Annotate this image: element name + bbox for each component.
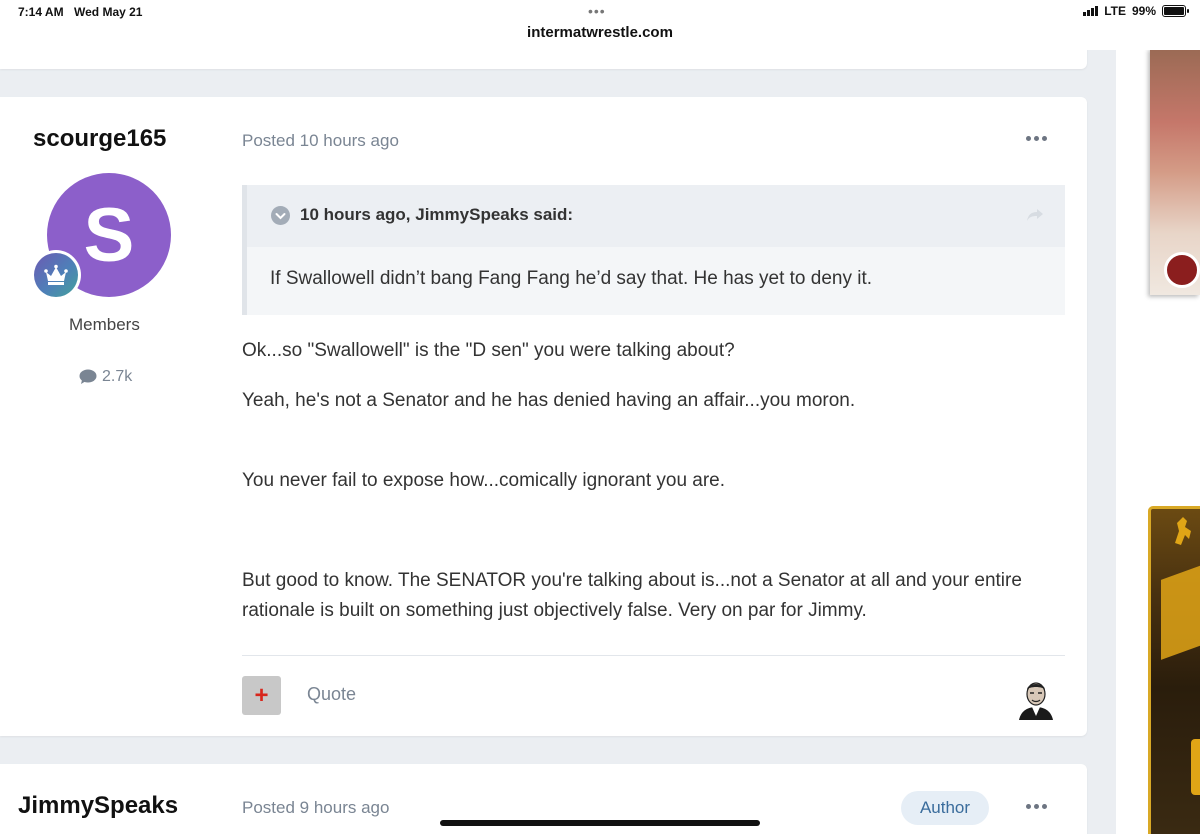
quote-text: If Swallowell didn’t bang Fang Fang he’d… [270, 268, 873, 289]
post-paragraph: Ok...so "Swallowell" is the "D sen" you … [242, 340, 735, 361]
content-count[interactable]: 2.7k [79, 368, 132, 386]
status-time: 7:14 AM [18, 5, 64, 19]
content-count-value: 2.7k [102, 368, 133, 385]
team-logo [1164, 252, 1200, 288]
multitask-dots-icon[interactable]: ••• [588, 3, 606, 19]
battery-fill [1164, 7, 1184, 15]
reaction-avatar[interactable] [1013, 674, 1059, 720]
signal-icon [1083, 6, 1099, 16]
network-label: LTE [1104, 4, 1126, 18]
more-options-icon[interactable] [1026, 136, 1047, 141]
address-bar-url[interactable]: intermatwrestle.com [0, 24, 1200, 41]
post-author-name[interactable]: JimmySpeaks [18, 792, 178, 820]
forum-post: scourge165 S Members 2.7k Posted 10 hour… [0, 97, 1087, 736]
quote-citation[interactable]: 10 hours ago, JimmySpeaks said: [300, 205, 573, 225]
sidebar-ad-image[interactable] [1150, 48, 1200, 295]
status-bar: 7:14 AM Wed May 21 ••• intermatwrestle.c… [0, 0, 1200, 50]
battery-percent: 99% [1131, 4, 1156, 18]
post-paragraph: You never fail to expose how...comically… [242, 470, 726, 491]
home-indicator[interactable] [440, 820, 760, 826]
bucking-horse-logo [1175, 517, 1191, 545]
crown-icon [34, 253, 78, 297]
post-paragraph: But good to know. The SENATOR you're tal… [242, 570, 1022, 621]
reputation-button[interactable]: + [242, 676, 281, 715]
rank-badge [31, 250, 81, 300]
quote-block: 10 hours ago, JimmySpeaks said: If Swall… [242, 185, 1065, 315]
quote-button[interactable]: Quote [307, 684, 356, 705]
ad-decoration [1161, 558, 1200, 660]
collapse-chevron-icon[interactable] [271, 206, 290, 225]
post-timestamp[interactable]: Posted 10 hours ago [242, 131, 399, 151]
sidebar-ad-image[interactable] [1148, 506, 1200, 834]
more-options-icon[interactable] [1026, 804, 1047, 809]
battery-icon [1162, 5, 1189, 17]
post-timestamp[interactable]: Posted 9 hours ago [242, 798, 389, 818]
quote-header: 10 hours ago, JimmySpeaks said: [247, 185, 1065, 247]
comment-bubble-icon [79, 369, 97, 384]
previous-post-card [0, 48, 1087, 69]
author-badge: Author [901, 791, 989, 825]
ad-shield [1191, 739, 1200, 795]
share-arrow-icon[interactable] [1025, 207, 1045, 228]
plus-icon: + [254, 681, 269, 709]
status-date: Wed May 21 [74, 5, 143, 19]
post-paragraph: Yeah, he's not a Senator and he has deni… [242, 390, 856, 411]
post-divider [242, 655, 1065, 656]
member-group: Members [69, 315, 140, 334]
post-author-name[interactable]: scourge165 [33, 125, 166, 153]
status-indicators: LTE 99% [1083, 4, 1189, 18]
